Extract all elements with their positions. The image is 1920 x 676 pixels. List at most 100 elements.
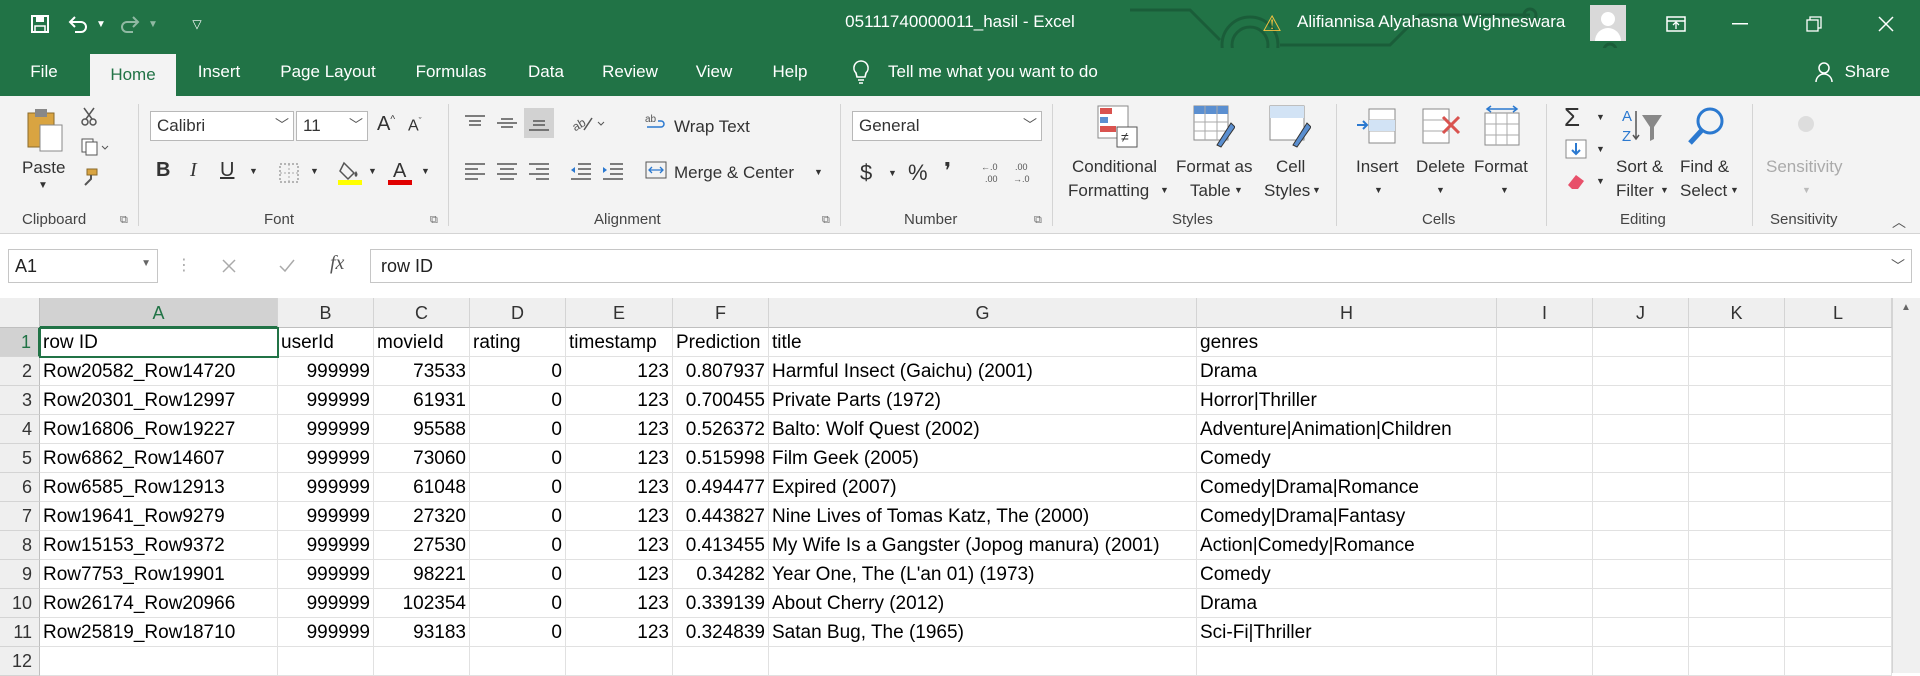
cell-styles-label-2[interactable]: Styles — [1264, 181, 1310, 201]
table-cell[interactable]: Year One, The (L'an 01) (1973) — [769, 560, 1197, 589]
table-cell[interactable]: Nine Lives of Tomas Katz, The (2000) — [769, 502, 1197, 531]
merge-center-button[interactable]: Merge & Center — [674, 163, 794, 183]
tab-insert[interactable]: Insert — [186, 48, 252, 96]
table-cell[interactable]: 0.339139 — [673, 589, 769, 618]
sort-filter-label-2[interactable]: Filter — [1616, 181, 1654, 201]
empty-cell[interactable] — [1689, 357, 1785, 386]
cancel-entry-icon[interactable] — [216, 252, 242, 280]
table-cell[interactable]: 93183 — [374, 618, 470, 647]
table-cell[interactable]: Action|Comedy|Romance — [1197, 531, 1497, 560]
table-cell[interactable]: Comedy|Drama|Romance — [1197, 473, 1497, 502]
undo-icon[interactable] — [60, 8, 96, 40]
borders-dropdown-icon[interactable]: ▼ — [310, 166, 319, 176]
middle-align-icon[interactable] — [494, 110, 520, 136]
scroll-up-icon[interactable]: ▲ — [1901, 302, 1911, 313]
table-cell[interactable]: 123 — [566, 415, 673, 444]
account-name[interactable]: Alifiannisa Alyahasna Wighneswara — [1297, 12, 1565, 32]
empty-cell[interactable] — [1593, 444, 1689, 473]
table-cell[interactable]: 95588 — [374, 415, 470, 444]
select-all-corner[interactable] — [0, 298, 40, 328]
format-as-table-label-1[interactable]: Format as — [1176, 157, 1253, 177]
row-header[interactable]: 7 — [0, 502, 40, 531]
empty-cell[interactable] — [1593, 328, 1689, 357]
empty-cell[interactable] — [769, 647, 1197, 676]
table-cell[interactable]: Comedy|Drama|Fantasy — [1197, 502, 1497, 531]
autosum-dropdown-icon[interactable]: ▼ — [1596, 112, 1605, 122]
table-cell[interactable]: 0 — [470, 560, 566, 589]
table-cell[interactable]: 123 — [566, 502, 673, 531]
tab-review[interactable]: Review — [594, 48, 666, 96]
row-header[interactable]: 4 — [0, 415, 40, 444]
format-as-table-icon[interactable] — [1192, 104, 1236, 150]
table-cell[interactable]: 0.494477 — [673, 473, 769, 502]
insert-dropdown-icon[interactable]: ▼ — [1374, 185, 1383, 195]
table-cell[interactable]: 27530 — [374, 531, 470, 560]
minimize-icon[interactable] — [1712, 0, 1768, 48]
share-person-icon[interactable] — [1810, 48, 1838, 96]
empty-cell[interactable] — [1593, 415, 1689, 444]
sensitivity-dropdown-icon[interactable]: ▼ — [1802, 185, 1811, 195]
table-cell[interactable]: Row26174_Row20966 — [40, 589, 278, 618]
empty-cell[interactable] — [1785, 473, 1892, 502]
table-cell[interactable]: 0.413455 — [673, 531, 769, 560]
table-cell[interactable]: 999999 — [278, 502, 374, 531]
empty-cell[interactable] — [278, 647, 374, 676]
table-cell[interactable]: 999999 — [278, 444, 374, 473]
table-cell[interactable]: 123 — [566, 473, 673, 502]
row-header[interactable]: 1 — [0, 328, 40, 357]
tab-data[interactable]: Data — [516, 48, 576, 96]
column-header-f[interactable]: F — [673, 298, 769, 328]
empty-cell[interactable] — [1593, 618, 1689, 647]
table-cell[interactable]: Expired (2007) — [769, 473, 1197, 502]
align-center-icon[interactable] — [494, 158, 520, 184]
fill-dropdown-icon[interactable]: ▼ — [1596, 144, 1605, 154]
italic-button[interactable]: I — [190, 159, 197, 182]
table-cell[interactable]: 999999 — [278, 531, 374, 560]
orientation-icon[interactable]: ab — [568, 110, 608, 136]
empty-cell[interactable] — [1689, 473, 1785, 502]
table-cell[interactable]: 0.700455 — [673, 386, 769, 415]
column-heading-cell[interactable]: rating — [470, 328, 566, 357]
autosum-icon[interactable]: Σ — [1564, 102, 1580, 133]
empty-cell[interactable] — [1689, 618, 1785, 647]
empty-cell[interactable] — [470, 647, 566, 676]
table-cell[interactable]: 0 — [470, 618, 566, 647]
bold-button[interactable]: B — [156, 159, 170, 182]
merge-center-icon[interactable] — [644, 158, 668, 182]
underline-button[interactable]: U — [220, 159, 234, 182]
worksheet-grid[interactable]: A B C D E F G H I J K L 1 2 3 4 5 6 7 8 … — [0, 298, 1920, 676]
column-header-c[interactable]: C — [374, 298, 470, 328]
empty-cell[interactable] — [1497, 473, 1593, 502]
table-cell[interactable]: Satan Bug, The (1965) — [769, 618, 1197, 647]
column-header-e[interactable]: E — [566, 298, 673, 328]
insert-cells-button[interactable]: Insert — [1356, 157, 1399, 177]
paste-icon[interactable] — [22, 106, 66, 154]
tell-me-search[interactable]: Tell me what you want to do — [888, 48, 1128, 96]
name-box[interactable]: A1 ▼ — [8, 249, 158, 283]
delete-cells-icon[interactable] — [1418, 104, 1462, 150]
empty-cell[interactable] — [1785, 647, 1892, 676]
clear-icon[interactable] — [1562, 168, 1590, 194]
empty-cell[interactable] — [1593, 386, 1689, 415]
format-dropdown-icon[interactable]: ▼ — [1500, 185, 1509, 195]
empty-cell[interactable] — [1689, 647, 1785, 676]
column-header-a[interactable]: A — [40, 298, 278, 328]
table-cell[interactable]: Row15153_Row9372 — [40, 531, 278, 560]
find-select-icon[interactable] — [1684, 104, 1728, 150]
empty-cell[interactable] — [1593, 357, 1689, 386]
empty-cell[interactable] — [1689, 531, 1785, 560]
table-cell[interactable]: 999999 — [278, 386, 374, 415]
clear-dropdown-icon[interactable]: ▼ — [1596, 176, 1605, 186]
row-header[interactable]: 10 — [0, 589, 40, 618]
table-cell[interactable]: Row19641_Row9279 — [40, 502, 278, 531]
align-left-icon[interactable] — [462, 158, 488, 184]
empty-cell[interactable] — [1785, 415, 1892, 444]
fill-icon[interactable] — [1562, 136, 1590, 162]
table-cell[interactable]: Row20582_Row14720 — [40, 357, 278, 386]
table-cell[interactable]: Adventure|Animation|Children — [1197, 415, 1497, 444]
percent-button[interactable]: % — [908, 160, 928, 186]
table-cell[interactable]: 102354 — [374, 589, 470, 618]
insert-function-icon[interactable]: fx — [330, 252, 344, 275]
empty-cell[interactable] — [1497, 386, 1593, 415]
table-cell[interactable]: 0 — [470, 589, 566, 618]
